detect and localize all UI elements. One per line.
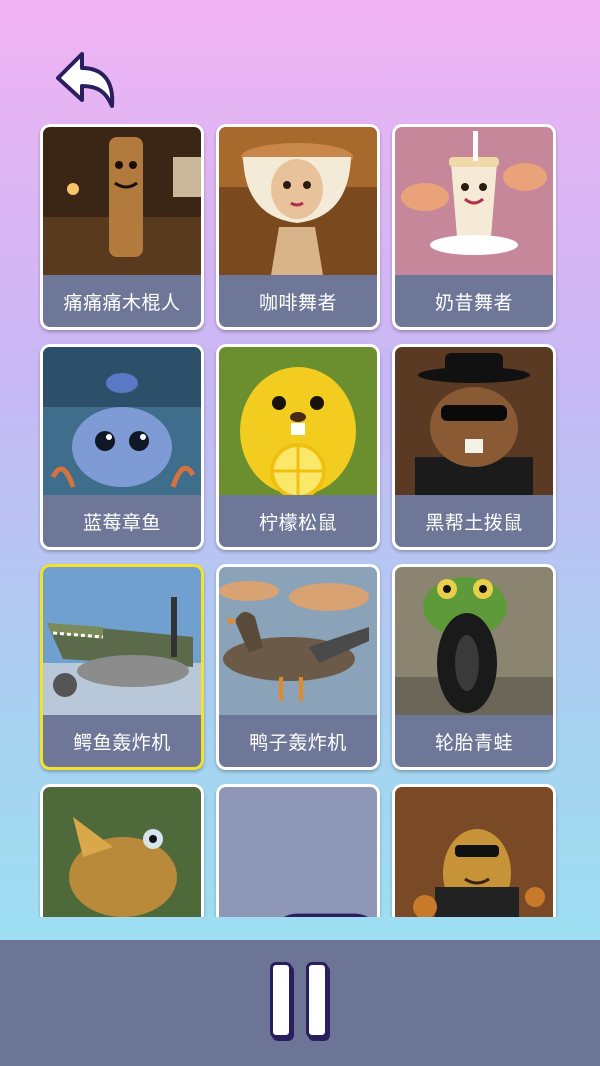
card-locked-watch-video[interactable] [216, 784, 380, 917]
card-locked-bg [219, 787, 377, 917]
card-image [43, 567, 201, 715]
card-milkshake-dancer[interactable]: 奶昔舞者 [392, 124, 556, 330]
card-label: 轮胎青蛙 [395, 715, 553, 767]
card-image [395, 567, 553, 715]
card-potato-biker[interactable] [392, 784, 556, 917]
card-image [395, 347, 553, 495]
card-image [395, 127, 553, 275]
character-grid[interactable]: 痛痛痛木棍人 咖啡舞者 奶昔舞者 蓝莓章鱼 柠檬松鼠 黑帮土拨鼠 鳄鱼轰炸机 鸭… [38, 122, 560, 917]
pause-button[interactable] [266, 962, 334, 1042]
card-tire-frog[interactable]: 轮胎青蛙 [392, 564, 556, 770]
card-coffee-dancer[interactable]: 咖啡舞者 [216, 124, 380, 330]
card-label: 鸭子轰炸机 [219, 715, 377, 767]
card-image [395, 787, 553, 917]
card-gangster-marmot[interactable]: 黑帮土拨鼠 [392, 344, 556, 550]
card-label: 黑帮土拨鼠 [395, 495, 553, 547]
card-duck-bomber[interactable]: 鸭子轰炸机 [216, 564, 380, 770]
card-image [43, 347, 201, 495]
card-image [219, 347, 377, 495]
card-stick-man[interactable]: 痛痛痛木棍人 [40, 124, 204, 330]
card-image [219, 127, 377, 275]
card-image [43, 127, 201, 275]
back-button[interactable] [52, 48, 120, 112]
card-label: 咖啡舞者 [219, 275, 377, 327]
card-crocodile-bomber[interactable]: 鳄鱼轰炸机 [40, 564, 204, 770]
card-lemon-squirrel[interactable]: 柠檬松鼠 [216, 344, 380, 550]
card-label: 蓝莓章鱼 [43, 495, 201, 547]
card-image [43, 787, 201, 917]
card-blueberry-octopus[interactable]: 蓝莓章鱼 [40, 344, 204, 550]
card-label: 痛痛痛木棍人 [43, 275, 201, 327]
pause-icon [266, 962, 334, 1042]
card-label: 奶昔舞者 [395, 275, 553, 327]
card-image [219, 567, 377, 715]
card-label: 鳄鱼轰炸机 [43, 715, 201, 767]
card-label: 柠檬松鼠 [219, 495, 377, 547]
card-fish-character[interactable] [40, 784, 204, 917]
back-arrow-icon [56, 52, 115, 108]
video-camera-icon [284, 913, 368, 917]
